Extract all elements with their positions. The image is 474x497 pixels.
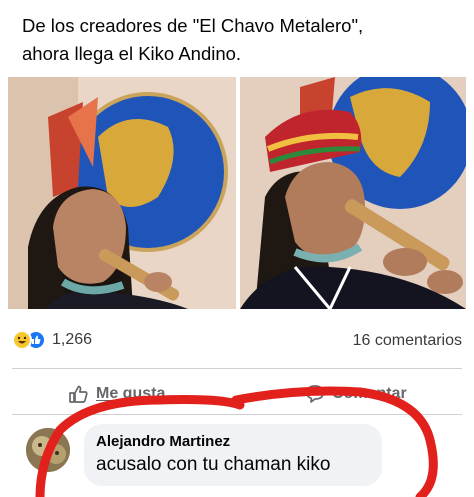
like-button[interactable]: Me gusta xyxy=(68,382,165,406)
actions-divider xyxy=(12,414,462,415)
stats-divider xyxy=(12,368,462,369)
post-stats: 1,266 16 comentarios xyxy=(12,330,462,356)
post-photo-left[interactable] xyxy=(8,77,236,309)
post-photo-right[interactable] xyxy=(240,77,466,309)
comment-count-link[interactable]: 16 comentarios xyxy=(353,332,462,350)
avatar[interactable] xyxy=(26,428,70,472)
comment-item: Alejandro Martinez acusalo con tu chaman… xyxy=(26,424,466,494)
reactions-summary[interactable]: 1,266 xyxy=(12,330,92,350)
haha-reaction-icon xyxy=(12,330,32,350)
comment-bubble: Alejandro Martinez acusalo con tu chaman… xyxy=(84,424,382,486)
man-playing-flute-image xyxy=(8,77,236,309)
reaction-count: 1,266 xyxy=(52,331,93,348)
comment-text: acusalo con tu chaman kiko xyxy=(96,454,331,475)
comment-author[interactable]: Alejandro Martinez xyxy=(96,433,368,450)
caption-line-2: ahora llega el Kiko Andino. xyxy=(22,43,242,64)
comment-button[interactable]: Comentar xyxy=(304,382,407,406)
thumbs-up-icon xyxy=(69,385,88,403)
caption-line-1: De los creadores de "El Chavo Metalero", xyxy=(22,15,364,36)
post-caption: De los creadores de "El Chavo Metalero",… xyxy=(22,12,452,68)
speech-bubble-icon xyxy=(306,385,324,403)
like-label: Me gusta xyxy=(96,385,166,402)
facebook-post: De los creadores de "El Chavo Metalero",… xyxy=(0,0,474,497)
man-with-hat-playing-flute-image xyxy=(240,77,466,309)
comment-label: Comentar xyxy=(332,385,407,402)
